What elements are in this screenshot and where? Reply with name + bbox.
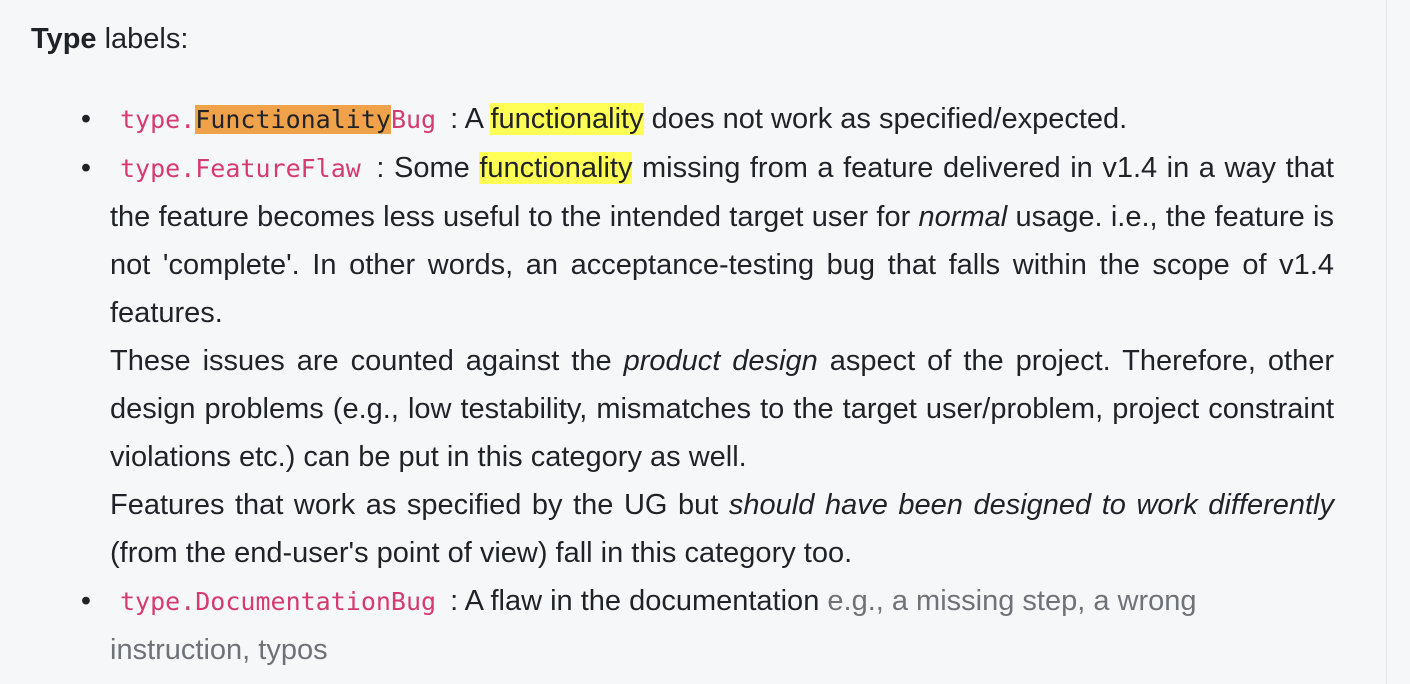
label-code: type.DocumentationBug: [120, 587, 437, 616]
label-code: type.FeatureFlaw: [120, 154, 361, 183]
highlight-functionality: functionality: [490, 103, 644, 135]
label-code: type.FunctionalityBug: [120, 105, 437, 134]
documentation-bug-paragraph: type.DocumentationBug : A flaw in the do…: [110, 585, 1197, 666]
heading-bold: Type: [31, 23, 97, 55]
section-heading: Type labels:: [31, 19, 188, 59]
list-item-functionality-bug: • type.FunctionalityBug : A functionalit…: [81, 95, 1334, 144]
highlight-functionality: functionality: [479, 152, 633, 184]
right-border: [1386, 0, 1387, 684]
bullet: •: [80, 585, 92, 617]
heading-text: labels:: [96, 23, 189, 55]
list-item-documentation-bug: • type.DocumentationBug : A flaw in the …: [81, 577, 1334, 674]
feature-flaw-paragraph-3: Features that work as specified by the U…: [110, 489, 1334, 569]
bullet: •: [80, 103, 92, 135]
bullet: •: [80, 152, 92, 184]
label-highlight: Functionality: [195, 105, 391, 134]
list-item-feature-flaw: • type.FeatureFlaw : Some functionality …: [81, 144, 1335, 577]
feature-flaw-paragraph-1: type.FeatureFlaw : Some functionality mi…: [110, 152, 1334, 329]
feature-flaw-paragraph-2: These issues are counted against the pro…: [110, 345, 1335, 473]
type-labels-list: • type.FunctionalityBug : A functionalit…: [81, 95, 1335, 674]
